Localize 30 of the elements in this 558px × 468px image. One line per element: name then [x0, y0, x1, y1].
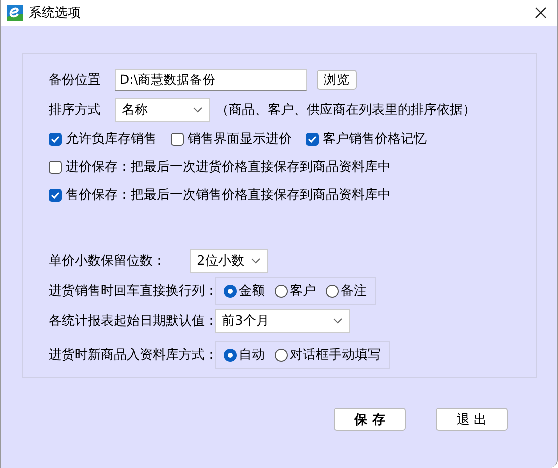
checkbox-option[interactable]: 售价保存：把最后一次销售价格直接保存到商品资料库中 [49, 186, 391, 204]
radio-option[interactable]: 备注 [326, 282, 367, 300]
checkbox-option[interactable]: 客户销售价格记忆 [306, 130, 427, 148]
option-select[interactable]: 前3个月 [215, 309, 350, 333]
chevron-down-icon [251, 258, 261, 264]
radio-option[interactable]: 对话框手动填写 [275, 346, 381, 364]
chevron-down-icon [333, 318, 343, 324]
save-button[interactable]: 保 存 [334, 408, 406, 431]
check-icon [51, 134, 60, 144]
checkbox-option[interactable]: 进价保存：把最后一次进货价格直接保存到商品资料库中 [49, 158, 391, 176]
radio-option[interactable]: 金额 [224, 282, 265, 300]
exit-button[interactable]: 退 出 [436, 408, 508, 431]
check-icon [308, 134, 317, 144]
field-label: 排序方式 [49, 102, 101, 119]
radio-option[interactable]: 自动 [224, 346, 265, 364]
window-title: 系统选项 [29, 5, 82, 22]
browse-button[interactable]: 浏览 [317, 70, 357, 90]
setting-label: 单价小数保留位数： [49, 253, 166, 270]
close-icon[interactable] [535, 7, 547, 19]
backup-path-field[interactable]: D:\商慧数据备份 [115, 69, 307, 91]
check-icon [51, 190, 60, 200]
field-label: 备份位置 [49, 72, 101, 89]
sort-select[interactable]: 名称 [115, 98, 210, 122]
option-select[interactable]: 2位小数 [190, 249, 268, 273]
checkbox-option[interactable]: 允许负库存销售 [49, 130, 157, 148]
hint-text: （商品、客户、供应商在列表里的排序依据） [216, 102, 476, 119]
chevron-down-icon [193, 107, 203, 113]
checkbox-option[interactable]: 销售界面显示进价 [171, 130, 292, 148]
app-logo-icon [7, 5, 23, 21]
radio-option[interactable]: 客户 [275, 282, 316, 300]
